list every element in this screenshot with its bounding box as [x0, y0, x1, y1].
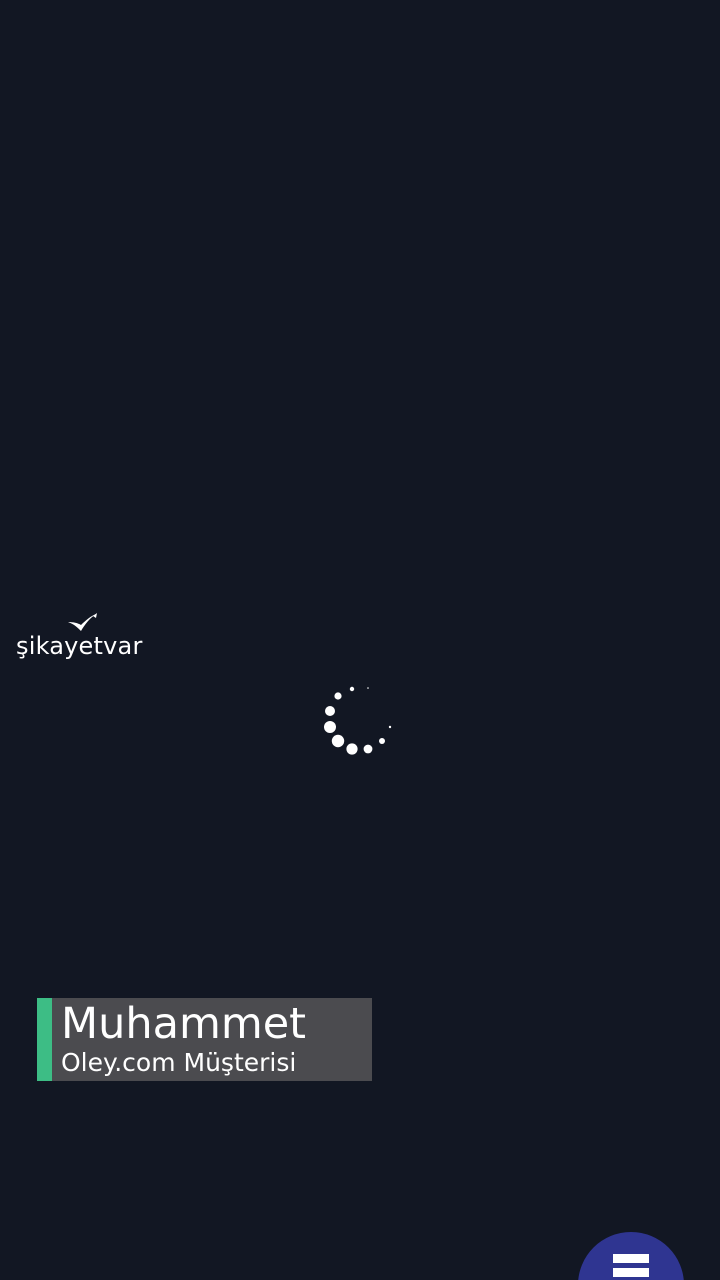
caption-name: Muhammet — [61, 999, 307, 1049]
menu-icon — [613, 1254, 649, 1280]
caption-subtitle: Oley.com Müşterisi — [61, 1048, 297, 1077]
bird-check-icon — [68, 613, 97, 631]
lower-third-caption: Muhammet Oley.com Müşterisi — [37, 998, 372, 1081]
loading-spinner-icon — [324, 686, 392, 755]
sikayetvar-logo: şikayetvar — [16, 610, 156, 670]
logo-text: şikayetvar — [16, 632, 143, 660]
video-screen: şikayetvar Muhammet Oley.com Müşterisi — [0, 0, 720, 1280]
menu-fab-button[interactable] — [578, 1232, 684, 1280]
caption-accent-bar — [37, 998, 52, 1081]
